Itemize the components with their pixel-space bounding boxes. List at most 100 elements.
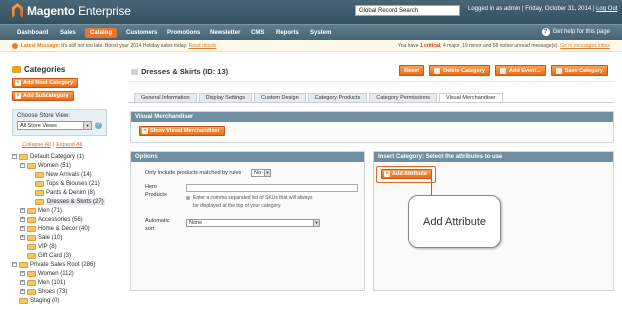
tree-node[interactable]: − Private Sales Root (286): [12, 260, 122, 269]
tree-node[interactable]: + Sale (10): [12, 233, 122, 242]
collapse-all-link[interactable]: Collapse All: [22, 142, 51, 148]
hero-products-input[interactable]: [186, 184, 358, 192]
auto-sort-select[interactable]: None ▼: [186, 219, 320, 227]
logo-brand: Magento: [27, 3, 75, 18]
tree-node-label: Gift Card (3): [38, 252, 72, 259]
folder-icon: [27, 207, 36, 214]
folder-icon: [27, 225, 36, 232]
reset-button[interactable]: Reset: [399, 65, 425, 76]
expand-icon[interactable]: +: [20, 271, 25, 276]
read-details-link[interactable]: Read details: [189, 43, 217, 49]
tree-node-label: Sale (10): [38, 234, 63, 241]
folder-icon: [27, 279, 36, 286]
tree-node[interactable]: + Shoes (73): [12, 287, 122, 296]
collapse-icon[interactable]: −: [12, 262, 17, 267]
tree-node-label: Home & Decor (40): [38, 225, 90, 232]
messages-inbox-link[interactable]: Go to messages inbox: [560, 43, 610, 49]
expand-all-link[interactable]: Expand All: [56, 142, 82, 148]
tree-node[interactable]: + Men (101): [12, 278, 122, 287]
save-icon: [555, 67, 562, 74]
add-subcategory-button[interactable]: + Add Subcategory: [12, 91, 74, 101]
add-root-category-button[interactable]: + Add Root Category: [12, 78, 79, 88]
nav-sales[interactable]: Sales: [55, 28, 81, 38]
tree-node-label: VIP (8): [38, 243, 57, 250]
tree-node[interactable]: Dresses & Skirts (27): [12, 197, 122, 206]
nav-system[interactable]: System: [305, 28, 336, 38]
nav-dashboard[interactable]: Dashboard: [12, 28, 53, 38]
tree-node-label: Men (71): [38, 207, 63, 214]
folder-icon: [19, 261, 28, 268]
main-nav: Dashboard Sales Catalog Customers Promot…: [0, 24, 622, 40]
tree-node[interactable]: + Home & Decor (40): [12, 224, 122, 233]
tree-node-label: Default Category (1): [30, 153, 85, 160]
nav-reports[interactable]: Reports: [271, 28, 304, 38]
expand-icon[interactable]: +: [20, 235, 25, 240]
folder-icon: [19, 153, 28, 160]
tree-node[interactable]: + Men (71): [12, 206, 122, 215]
delete-category-button[interactable]: Delete Category: [429, 65, 490, 76]
options-heading: Options: [131, 152, 364, 162]
tree-node[interactable]: New Arrivals (14): [12, 170, 122, 179]
tree-node[interactable]: Staging (0): [12, 296, 122, 305]
nav-newsletter[interactable]: Newsletter: [205, 28, 245, 38]
tree-node[interactable]: − Default Category (1): [12, 152, 122, 161]
tree-node-label: Women (51): [38, 162, 71, 169]
add-event-button[interactable]: Add Event...: [495, 65, 546, 76]
nav-promotions[interactable]: Promotions: [162, 28, 205, 38]
magento-logo-icon: [12, 3, 23, 18]
tree-node[interactable]: + Accessories (56): [12, 215, 122, 224]
help-icon[interactable]: ?: [95, 122, 102, 129]
expand-icon[interactable]: +: [20, 217, 25, 222]
chevron-down-icon: ▼: [313, 220, 319, 226]
show-visual-merchandiser-button[interactable]: + Show Visual Merchandiser: [139, 126, 225, 136]
tree-node-label: Staging (0): [30, 297, 60, 304]
info-bullet-icon: [186, 196, 190, 200]
plus-icon: +: [142, 128, 148, 134]
store-view-select[interactable]: All Store Views ▼: [17, 121, 93, 130]
tree-node[interactable]: VIP (8): [12, 242, 122, 251]
magento-logo[interactable]: Magento Enterprise: [12, 3, 131, 18]
collapse-icon[interactable]: −: [20, 163, 25, 168]
expand-icon[interactable]: +: [20, 226, 25, 231]
nav-cms[interactable]: CMS: [246, 28, 269, 38]
plus-icon: +: [15, 80, 21, 86]
header-user-info: Logged in as admin | Friday, October 31,…: [468, 6, 617, 12]
global-search-input[interactable]: Global Record Search: [355, 5, 460, 16]
tabs-divider: [128, 102, 614, 103]
help-link[interactable]: ? Get help for this page: [541, 28, 610, 36]
tree-node[interactable]: + Women (112): [12, 269, 122, 278]
categories-icon: [12, 66, 21, 73]
categories-heading: Categories: [12, 65, 122, 74]
hero-label-1: Hero: [145, 184, 157, 190]
category-tree: − Default Category (1) − Women (51) New Arri…: [12, 152, 122, 305]
expand-icon[interactable]: +: [20, 280, 25, 285]
store-view-box: Choose Store View: All Store Views ▼ ?: [12, 109, 107, 136]
folder-icon: [27, 162, 36, 169]
messages-rest: , 4 major, 19 minor and 58 notice unread…: [440, 43, 559, 49]
save-category-button[interactable]: Save Category: [550, 65, 608, 76]
latest-message-text: It's still not too late. Boost your 2014…: [61, 43, 188, 49]
folder-icon: [27, 234, 36, 241]
critical-count: 1 critical: [419, 43, 441, 49]
nav-catalog[interactable]: Catalog: [85, 28, 118, 38]
expand-icon[interactable]: +: [20, 208, 25, 213]
chevron-down-icon: ▼: [83, 122, 92, 129]
tree-node[interactable]: Tops & Blouses (21): [12, 179, 122, 188]
logout-link[interactable]: Log Out: [596, 6, 617, 12]
category-icon: [131, 68, 138, 75]
tree-node-label: Men (101): [38, 279, 66, 286]
chevron-down-icon: ▼: [264, 170, 270, 176]
folder-icon: [27, 216, 36, 223]
nav-customers[interactable]: Customers: [121, 28, 162, 38]
collapse-icon[interactable]: −: [12, 154, 17, 159]
help-label: Get help for this page: [552, 29, 610, 35]
rules-select[interactable]: No ▼: [251, 169, 271, 177]
notification-bar: Latest Message: It's still not too late.…: [0, 40, 622, 52]
tree-node-label: Accessories (56): [38, 216, 83, 223]
logo-suffix: Enterprise: [78, 3, 131, 18]
tree-node[interactable]: Gift Card (3): [12, 251, 122, 260]
expand-icon[interactable]: +: [20, 289, 25, 294]
tree-node[interactable]: − Women (51): [12, 161, 122, 170]
tree-node[interactable]: Pants & Denim (8): [12, 188, 122, 197]
folder-icon: [27, 243, 36, 250]
